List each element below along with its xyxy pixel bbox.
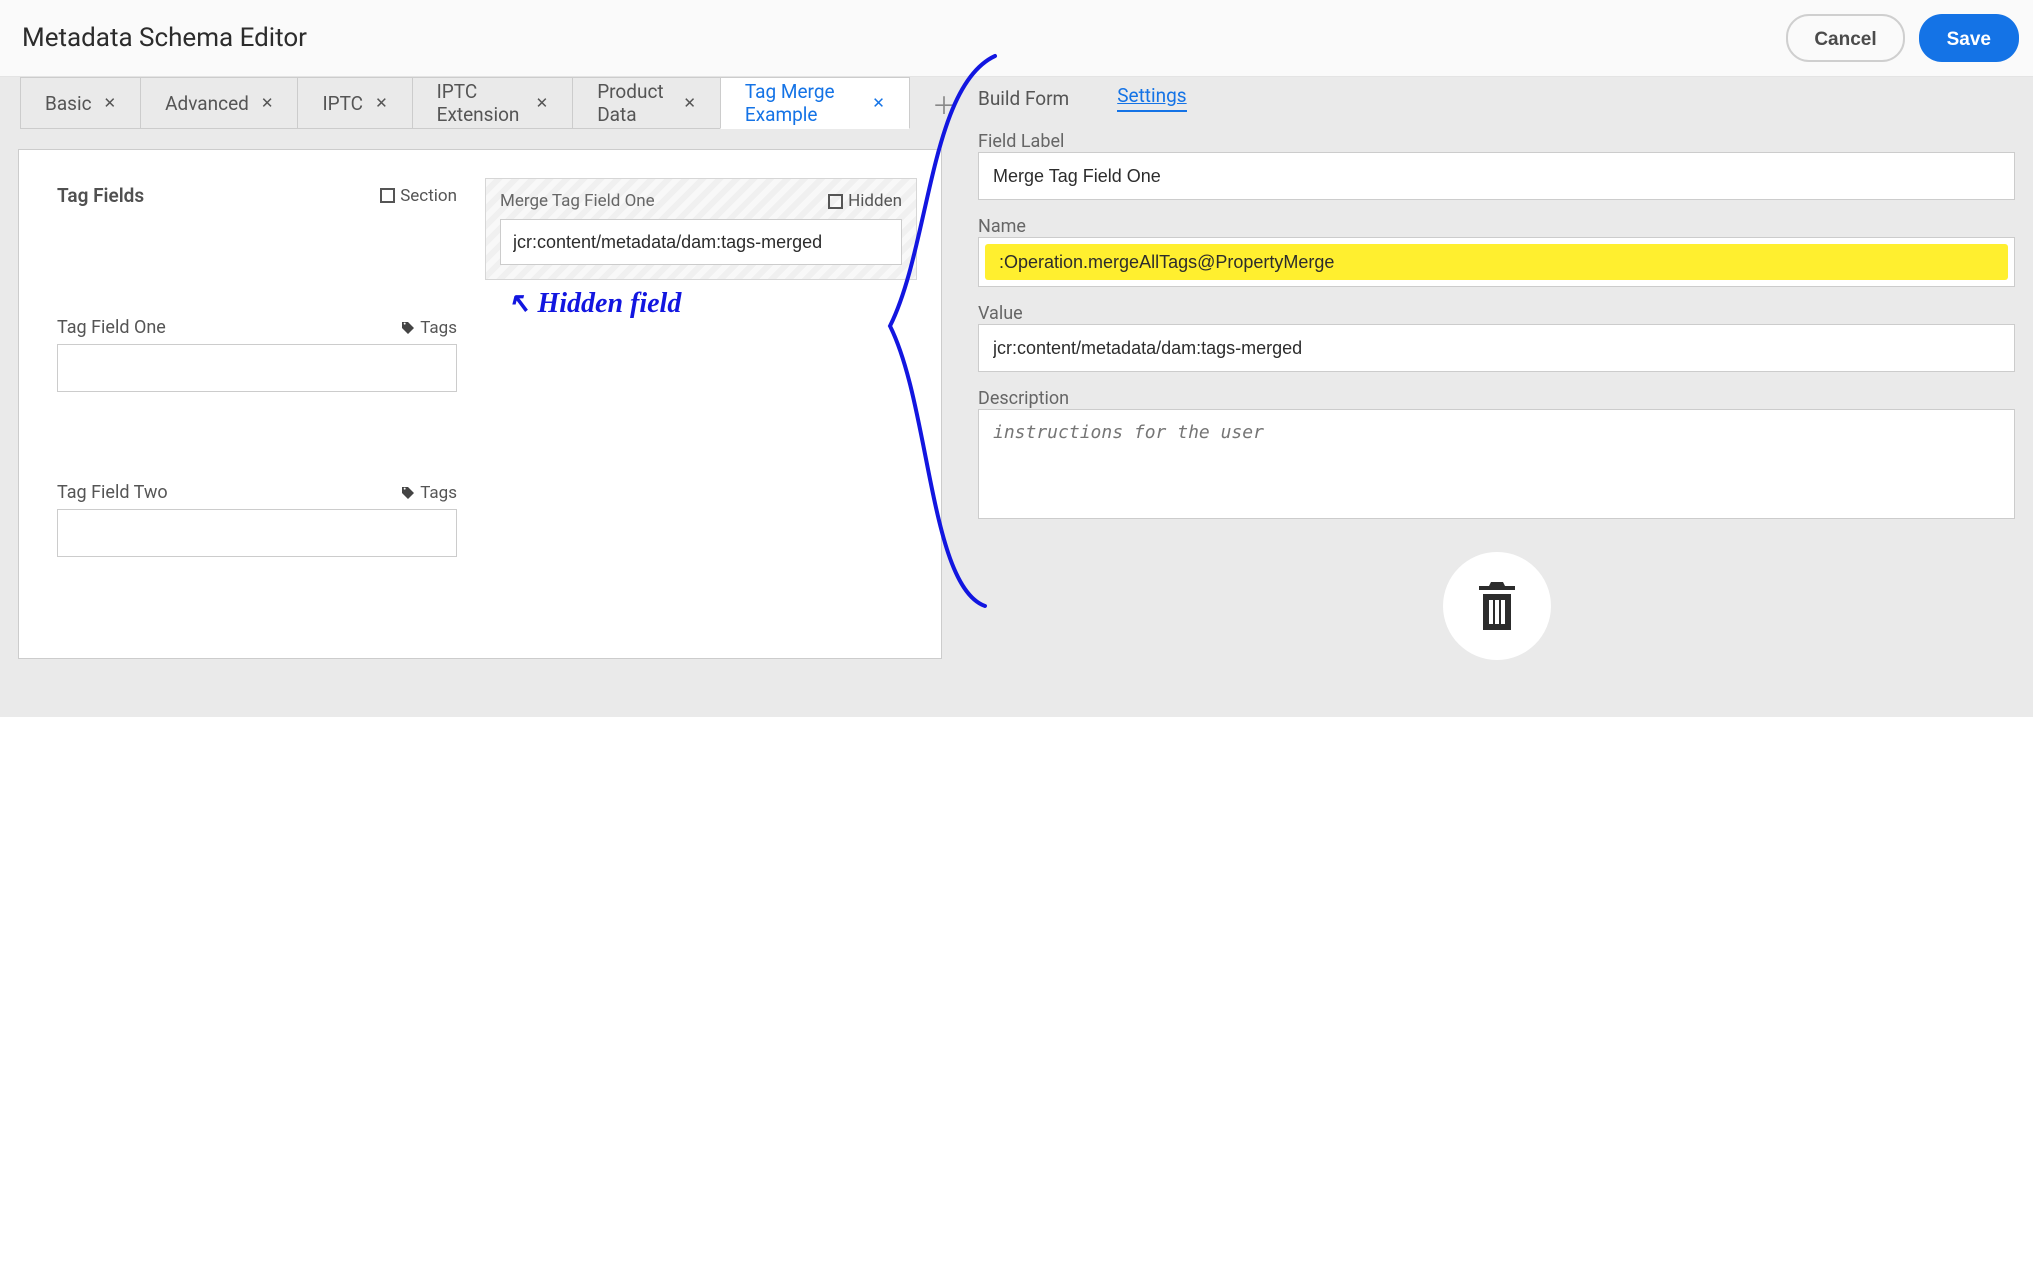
tag-icon	[400, 320, 416, 336]
name-group: Name	[978, 216, 2015, 287]
tab-label: Product Data	[597, 80, 671, 126]
tab-label: IPTC	[322, 92, 363, 115]
tab-product-data[interactable]: Product Data ✕	[572, 77, 720, 129]
value-caption: Value	[978, 303, 2015, 324]
settings-panel: Build Form Settings Field Label Name Val…	[960, 77, 2033, 717]
tags-pill-label: Tags	[420, 483, 457, 503]
cancel-button[interactable]: Cancel	[1786, 14, 1904, 62]
form-canvas: Tag Fields Section Tag Field One Tags	[18, 149, 942, 659]
page-title: Metadata Schema Editor	[22, 23, 307, 53]
value-group: Value	[978, 303, 2015, 372]
header-actions: Cancel Save	[1786, 14, 2019, 62]
tags-pill-label: Tags	[420, 318, 457, 338]
close-icon[interactable]: ✕	[872, 96, 885, 111]
side-tab-build-form[interactable]: Build Form	[978, 87, 1069, 110]
tag-field-two[interactable]: Tag Field Two Tags	[57, 482, 457, 557]
tag-field-one-input[interactable]	[57, 344, 457, 392]
close-icon[interactable]: ✕	[536, 96, 549, 111]
tab-iptc[interactable]: IPTC ✕	[297, 77, 411, 129]
hidden-tile-head: Merge Tag Field One Hidden	[500, 191, 902, 211]
tab-label: IPTC Extension	[437, 80, 524, 126]
tags-indicator: Tags	[400, 318, 457, 338]
highlighted-name	[985, 244, 2008, 280]
hidden-field-tile[interactable]: Merge Tag Field One Hidden	[485, 178, 917, 280]
name-caption: Name	[978, 216, 2015, 237]
close-icon[interactable]: ✕	[375, 96, 388, 111]
field-label-group: Field Label	[978, 131, 2015, 200]
tags-indicator: Tags	[400, 483, 457, 503]
tag-field-label: Tag Field Two	[57, 482, 168, 503]
tag-field-head: Tag Field One Tags	[57, 317, 457, 338]
canvas-area: Basic ✕ Advanced ✕ IPTC ✕ IPTC Extension…	[0, 77, 960, 717]
plus-icon: ＋	[932, 86, 956, 121]
description-group: Description	[978, 388, 2015, 524]
value-input[interactable]	[978, 324, 2015, 372]
workspace: Basic ✕ Advanced ✕ IPTC ✕ IPTC Extension…	[0, 77, 2033, 717]
tab-tag-merge-example[interactable]: Tag Merge Example ✕	[720, 77, 910, 129]
schema-tabs: Basic ✕ Advanced ✕ IPTC ✕ IPTC Extension…	[0, 77, 960, 129]
tag-field-head: Tag Field Two Tags	[57, 482, 457, 503]
section-check-label: Section	[400, 186, 457, 206]
save-button[interactable]: Save	[1919, 14, 2019, 62]
section-header: Tag Fields Section	[57, 184, 457, 207]
section-checkbox[interactable]: Section	[380, 186, 457, 206]
description-textarea[interactable]	[978, 409, 2015, 519]
description-caption: Description	[978, 388, 2015, 409]
tab-label: Basic	[45, 92, 92, 115]
footer-whitespace	[0, 717, 2033, 1277]
name-box	[978, 237, 2015, 287]
name-input[interactable]	[985, 244, 2008, 280]
tab-label: Tag Merge Example	[745, 80, 860, 126]
tag-icon	[400, 485, 416, 501]
canvas-left-column: Tag Fields Section Tag Field One Tags	[57, 178, 457, 618]
hidden-check-label: Hidden	[848, 191, 902, 211]
checkbox-icon	[828, 194, 843, 209]
tab-label: Advanced	[165, 92, 249, 115]
field-label-input[interactable]	[978, 152, 2015, 200]
checkbox-icon	[380, 188, 395, 203]
tab-advanced[interactable]: Advanced ✕	[140, 77, 297, 129]
delete-button[interactable]	[1443, 552, 1551, 660]
add-tab-button[interactable]: ＋	[928, 77, 960, 129]
close-icon[interactable]: ✕	[683, 96, 696, 111]
trash-icon	[1472, 578, 1522, 634]
hidden-field-value-input[interactable]	[500, 219, 902, 265]
tag-field-one[interactable]: Tag Field One Tags	[57, 317, 457, 392]
section-title: Tag Fields	[57, 184, 144, 207]
handwritten-annotation: ↖ Hidden field	[507, 286, 917, 320]
tab-basic[interactable]: Basic ✕	[20, 77, 140, 129]
hidden-checkbox[interactable]: Hidden	[828, 191, 902, 211]
field-label-caption: Field Label	[978, 131, 2015, 152]
settings-form: Field Label Name Value Description	[978, 129, 2015, 660]
side-tab-settings[interactable]: Settings	[1117, 84, 1186, 112]
close-icon[interactable]: ✕	[104, 96, 117, 111]
hidden-tile-title: Merge Tag Field One	[500, 191, 655, 211]
tag-field-label: Tag Field One	[57, 317, 166, 338]
canvas-right-column: Merge Tag Field One Hidden ↖ Hidden fiel…	[485, 178, 917, 618]
close-icon[interactable]: ✕	[261, 96, 274, 111]
editor-header: Metadata Schema Editor Cancel Save	[0, 0, 2033, 77]
tab-iptc-extension[interactable]: IPTC Extension ✕	[412, 77, 573, 129]
tag-field-two-input[interactable]	[57, 509, 457, 557]
side-tabs: Build Form Settings	[978, 77, 2015, 129]
